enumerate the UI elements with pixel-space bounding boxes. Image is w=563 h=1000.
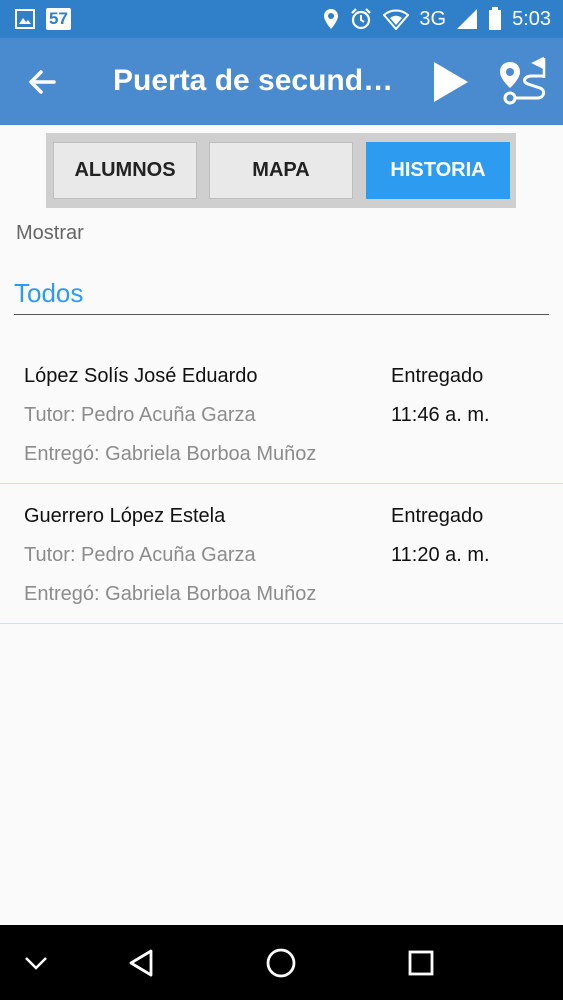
delivered-by: Entregó: Gabriela Borboa Muñoz — [24, 583, 317, 605]
route-icon[interactable] — [498, 54, 554, 110]
home-circle-icon — [266, 948, 296, 977]
tutor-name: Tutor: Pedro Acuña Garza — [24, 404, 256, 426]
page-title: Puerta de secundaria — [113, 64, 403, 97]
view-tabs: ALUMNOS MAPA HISTORIA — [46, 133, 516, 208]
delivery-time: 11:20 a. m. — [391, 544, 490, 566]
back-arrow-icon[interactable] — [24, 62, 64, 102]
list-item[interactable]: López Solís José Eduardo Tutor: Pedro Ac… — [0, 344, 563, 484]
network-type: 3G — [419, 7, 447, 30]
filter-selected-value: Todos — [14, 278, 84, 308]
delivery-time: 11:46 a. m. — [391, 404, 490, 426]
recents-square-icon — [408, 950, 434, 975]
app-bar: Puerta de secundaria — [0, 38, 563, 125]
nav-back-button[interactable] — [118, 925, 164, 1000]
history-list: López Solís José Eduardo Tutor: Pedro Ac… — [0, 344, 563, 624]
notification-count-badge: 57 — [46, 8, 71, 30]
student-name: Guerrero López Estela — [24, 505, 226, 527]
tutor-name: Tutor: Pedro Acuña Garza — [24, 544, 256, 566]
delivery-status: Entregado — [391, 365, 484, 387]
alarm-icon — [351, 8, 372, 30]
list-item[interactable]: Guerrero López Estela Tutor: Pedro Acuña… — [0, 484, 563, 624]
play-icon[interactable] — [430, 60, 472, 104]
delivery-status: Entregado — [391, 505, 484, 527]
filter-label: Mostrar — [16, 222, 84, 244]
clock: 5:03 — [512, 7, 551, 30]
navigation-bar — [0, 925, 563, 1000]
wifi-icon — [383, 9, 410, 30]
gallery-icon — [15, 9, 35, 29]
student-name: López Solís José Eduardo — [24, 365, 258, 387]
tab-alumnos[interactable]: ALUMNOS — [53, 142, 197, 199]
collapse-chevron-icon — [25, 956, 47, 970]
filter-dropdown[interactable]: Todos — [14, 276, 549, 315]
delivered-by: Entregó: Gabriela Borboa Muñoz — [24, 443, 317, 465]
back-triangle-icon — [129, 949, 153, 976]
battery-icon — [489, 7, 502, 30]
status-bar: 57 3G 5:03 — [0, 0, 563, 38]
tab-mapa[interactable]: MAPA — [209, 142, 353, 199]
collapse-button[interactable] — [14, 925, 58, 1000]
nav-home-button[interactable] — [258, 925, 304, 1000]
tab-historia[interactable]: HISTORIA — [366, 142, 510, 199]
signal-icon — [457, 9, 478, 29]
nav-recents-button[interactable] — [398, 925, 444, 1000]
location-icon — [324, 9, 339, 29]
